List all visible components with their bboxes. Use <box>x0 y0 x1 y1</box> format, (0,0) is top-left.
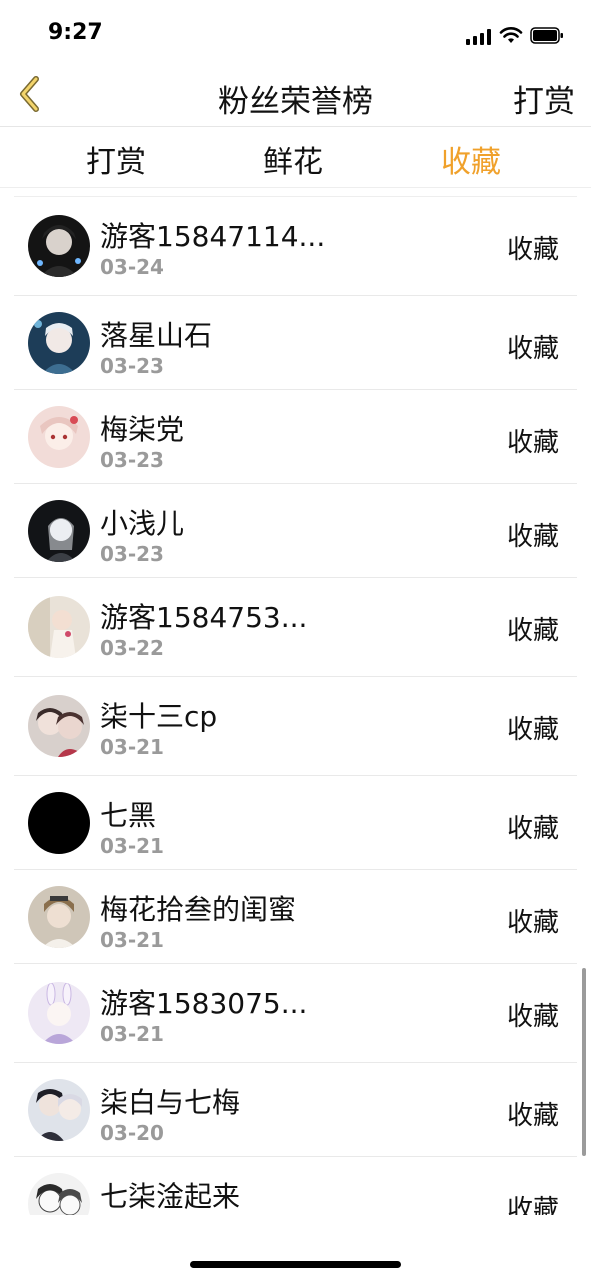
tip-button[interactable]: 打赏 <box>513 76 575 121</box>
fan-date: 03-24 <box>100 255 164 279</box>
fan-name: 小浅儿 <box>100 507 185 540</box>
fan-date: 03-22 <box>100 636 164 660</box>
nav-bar: 粉丝荣誉榜 打赏 <box>0 64 591 127</box>
status-bar: 9:27 <box>0 0 591 64</box>
fan-action-label: 收藏 <box>506 1195 559 1215</box>
tab-tip[interactable]: 打赏 <box>86 137 146 181</box>
fan-date: 03-21 <box>100 834 164 858</box>
fan-action-label: 收藏 <box>506 908 559 938</box>
list-item[interactable]: 小浅儿 03-23 收藏 <box>14 484 577 578</box>
list-item[interactable]: 柒白与七梅 03-20 收藏 <box>14 1063 577 1157</box>
list-item[interactable]: 七黑 03-21 收藏 <box>14 776 577 870</box>
home-indicator[interactable] <box>190 1261 401 1268</box>
fan-name: 柒十三cp <box>100 700 218 733</box>
fan-date: 03-21 <box>100 1022 164 1046</box>
fan-action-label: 收藏 <box>506 235 559 265</box>
status-time: 9:27 <box>48 20 103 45</box>
fan-name: 游客1583075... <box>100 987 308 1020</box>
fan-action-label: 收藏 <box>506 428 559 458</box>
wifi-icon <box>499 27 523 43</box>
fan-name: 游客1584753... <box>100 601 308 634</box>
fan-action-label: 收藏 <box>506 715 559 745</box>
fan-action-label: 收藏 <box>506 814 559 844</box>
cellular-signal-icon <box>466 29 492 45</box>
fan-name: 七黑 <box>100 799 157 832</box>
avatar <box>28 791 90 854</box>
avatar <box>28 405 90 468</box>
fan-date: 03-21 <box>100 735 164 759</box>
fan-list: 游客15847114... 03-24 收藏 落星山石 03-23 收藏 梅柒党… <box>14 196 577 1215</box>
tab-flowers[interactable]: 鲜花 <box>263 137 323 181</box>
avatar <box>28 1172 90 1215</box>
avatar <box>28 1078 90 1141</box>
avatar <box>28 499 90 562</box>
fan-action-label: 收藏 <box>506 1101 559 1131</box>
list-item[interactable]: 梅柒党 03-23 收藏 <box>14 390 577 484</box>
tab-favorites[interactable]: 收藏 <box>441 137 501 181</box>
fan-action-label: 收藏 <box>506 1002 559 1032</box>
page-title: 粉丝荣誉榜 <box>218 84 373 120</box>
fan-name: 梅柒党 <box>100 413 185 446</box>
fan-action-label: 收藏 <box>506 334 559 364</box>
fan-date: 03-23 <box>100 354 164 378</box>
avatar <box>28 695 90 757</box>
list-item[interactable]: 游客15847114... 03-24 收藏 <box>14 197 577 296</box>
battery-icon <box>530 27 563 44</box>
list-item[interactable]: 游客1583075... 03-21 收藏 <box>14 964 577 1063</box>
fan-name: 落星山石 <box>100 319 213 352</box>
list-item[interactable]: 梅花拾叁的闺蜜 03-21 收藏 <box>14 870 577 964</box>
scrollbar[interactable] <box>582 968 586 1156</box>
fan-date: 03-21 <box>100 928 164 952</box>
list-item[interactable]: 七柒淦起来 03-20 收藏 <box>14 1157 577 1215</box>
list-item[interactable]: 游客1584753... 03-22 收藏 <box>14 578 577 677</box>
tab-bar: 打赏 鲜花 收藏 <box>0 127 591 188</box>
fan-date: 03-23 <box>100 448 164 472</box>
fan-name: 梅花拾叁的闺蜜 <box>100 893 297 926</box>
avatar <box>28 596 90 658</box>
avatar <box>28 982 90 1044</box>
avatar <box>28 215 90 277</box>
fan-name: 七柒淦起来 <box>100 1180 241 1213</box>
fan-name: 游客15847114... <box>100 220 326 253</box>
fan-date: 03-20 <box>100 1121 164 1145</box>
list-item[interactable]: 柒十三cp 03-21 收藏 <box>14 677 577 776</box>
avatar <box>28 885 90 948</box>
avatar <box>28 311 90 374</box>
fan-date: 03-23 <box>100 542 164 566</box>
fan-action-label: 收藏 <box>506 616 559 646</box>
list-item[interactable]: 落星山石 03-23 收藏 <box>14 296 577 390</box>
fan-action-label: 收藏 <box>506 522 559 552</box>
fan-name: 柒白与七梅 <box>100 1086 241 1119</box>
